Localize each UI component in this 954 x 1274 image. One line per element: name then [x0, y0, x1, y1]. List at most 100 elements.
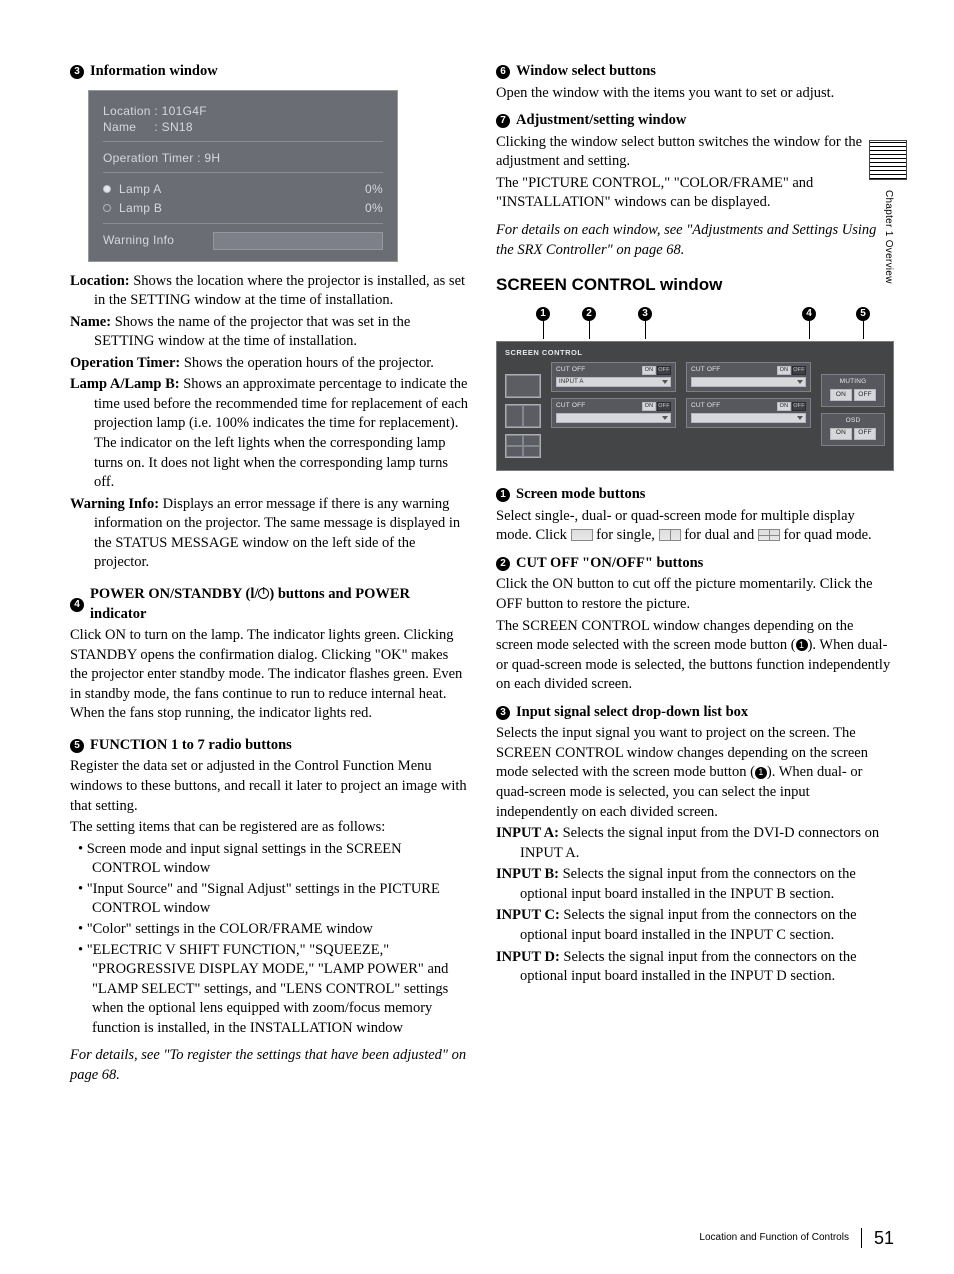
section-3-heading: 3 Information window	[70, 62, 468, 82]
on-button: ON	[777, 366, 791, 375]
sc-section-2-p2: The SCREEN CONTROL window changes depend…	[496, 617, 894, 695]
input-dropdown	[691, 413, 806, 423]
lamp-a-indicator-icon	[103, 185, 111, 193]
info-operation-timer: Operation Timer : 9H	[103, 150, 383, 166]
section-6-body: Open the window with the items you want …	[496, 84, 894, 104]
input-b-body: Selects the signal input from the connec…	[520, 866, 856, 902]
section-3-title: Information window	[90, 62, 218, 82]
section-7-title: Adjustment/setting window	[516, 111, 686, 131]
lamp-b-label: Lamp B	[119, 200, 162, 216]
warning-info-label: Warning Info	[103, 232, 174, 248]
callout-6-icon: 6	[496, 65, 510, 79]
off-button: OFF	[657, 366, 671, 375]
sc-section-1-heading: 1 Screen mode buttons	[496, 485, 894, 505]
callout-icon: 5	[856, 307, 870, 321]
sc-section-2-title: CUT OFF "ON/OFF" buttons	[516, 554, 703, 574]
input-c-body: Selects the signal input from the connec…	[520, 907, 857, 943]
info-name: Name : SN18	[103, 119, 383, 135]
page-footer: Location and Function of Controls 51	[699, 1226, 894, 1250]
sc-section-1-body: Select single-, dual- or quad-screen mod…	[496, 507, 894, 546]
input-a-term: INPUT A:	[496, 825, 559, 841]
callout-icon: 3	[638, 307, 652, 321]
off-button: OFF	[657, 402, 671, 411]
lamp-a-percentage: 0%	[365, 181, 383, 197]
input-a-body: Selects the signal input from the DVI-D …	[520, 825, 879, 861]
information-window-graphic: Location : 101G4F Name : SN18 Operation …	[88, 90, 398, 262]
def-location-term: Location:	[70, 273, 130, 289]
callout-icon: 2	[582, 307, 596, 321]
list-item: "ELECTRIC V SHIFT FUNCTION," "SQUEEZE," …	[78, 941, 468, 1039]
sc-section-3-title: Input signal select drop-down list box	[516, 703, 748, 723]
def-name-term: Name:	[70, 314, 111, 330]
tab-hatch-icon	[869, 140, 907, 180]
input-b-term: INPUT B:	[496, 866, 559, 882]
chapter-label: Chapter 1 Overview	[881, 190, 895, 284]
section-7-note: For details on each window, see "Adjustm…	[496, 221, 894, 260]
section-6-title: Window select buttons	[516, 62, 656, 82]
callout-3b-icon: 3	[496, 706, 510, 720]
input-dropdown	[691, 377, 806, 387]
chevron-down-icon	[662, 416, 668, 420]
mode-dual-inline-icon	[659, 529, 681, 541]
sc-section-3-heading: 3 Input signal select drop-down list box	[496, 703, 894, 723]
ref-1b-icon: 1	[755, 767, 767, 779]
callout-2-icon: 2	[496, 557, 510, 571]
lamp-b-indicator-icon	[103, 204, 111, 212]
callout-3-icon: 3	[70, 65, 84, 79]
callout-7-icon: 7	[496, 114, 510, 128]
page-number: 51	[874, 1226, 894, 1250]
info-window-definitions: Location: Shows the location where the p…	[70, 272, 468, 573]
mode-single-icon	[505, 374, 541, 398]
off-button: OFF	[792, 366, 806, 375]
footer-section-label: Location and Function of Controls	[699, 1231, 849, 1245]
section-5-p1: Register the data set or adjusted in the…	[70, 757, 468, 816]
section-6-heading: 6 Window select buttons	[496, 62, 894, 82]
chevron-down-icon	[797, 416, 803, 420]
scw-title: SCREEN CONTROL	[505, 348, 885, 358]
footer-divider	[861, 1228, 862, 1248]
muting-control: MUTING ONOFF	[821, 374, 885, 407]
section-5-p2: The setting items that can be registered…	[70, 818, 468, 838]
mode-quad-inline-icon	[758, 529, 780, 541]
section-5-title: FUNCTION 1 to 7 radio buttons	[90, 736, 292, 756]
on-button: ON	[642, 366, 656, 375]
input-d-body: Selects the signal input from the connec…	[520, 949, 857, 985]
on-button: ON	[777, 402, 791, 411]
section-7-p1: Clicking the window select button switch…	[496, 133, 894, 172]
screen-control-heading: SCREEN CONTROL window	[496, 274, 894, 297]
list-item: Screen mode and input signal settings in…	[78, 840, 468, 879]
def-operation-timer-body: Shows the operation hours of the project…	[180, 355, 434, 371]
on-button: ON	[642, 402, 656, 411]
osd-control: OSD ONOFF	[821, 413, 885, 446]
mode-quad-icon	[505, 434, 541, 458]
input-c-term: INPUT C:	[496, 907, 560, 923]
screen-control-figure: 1 2 3 4 5 SCREEN CONTROL	[496, 307, 894, 471]
lamp-a-label: Lamp A	[119, 181, 162, 197]
section-7-heading: 7 Adjustment/setting window	[496, 111, 894, 131]
mode-single-inline-icon	[571, 529, 593, 541]
sc-section-1-title: Screen mode buttons	[516, 485, 645, 505]
section-5-bullets: Screen mode and input signal settings in…	[70, 840, 468, 1039]
section-4-heading: 4 POWER ON/STANDBY (l/) buttons and POWE…	[70, 585, 468, 624]
power-icon	[258, 588, 269, 599]
def-location-body: Shows the location where the projector i…	[94, 273, 465, 309]
info-location: Location : 101G4F	[103, 103, 383, 119]
def-name-body: Shows the name of the projector that was…	[94, 314, 410, 350]
list-item: "Color" settings in the COLOR/FRAME wind…	[78, 920, 468, 940]
lamp-b-percentage: 0%	[365, 200, 383, 216]
sc-section-3-p1: Selects the input signal you want to pro…	[496, 724, 894, 822]
warning-info-box	[213, 232, 383, 250]
chevron-down-icon	[797, 380, 803, 384]
sc-section-2-p1: Click the ON button to cut off the pictu…	[496, 575, 894, 614]
input-dropdown: INPUT A	[556, 377, 671, 387]
callout-1-icon: 1	[496, 488, 510, 502]
def-lamp-term: Lamp A/Lamp B:	[70, 376, 180, 392]
chevron-down-icon	[662, 380, 668, 384]
ref-1-icon: 1	[796, 639, 808, 651]
section-5-heading: 5 FUNCTION 1 to 7 radio buttons	[70, 736, 468, 756]
def-operation-timer-term: Operation Timer:	[70, 355, 180, 371]
section-4-title: POWER ON/STANDBY (l/) buttons and POWER …	[90, 585, 468, 624]
sc-section-2-heading: 2 CUT OFF "ON/OFF" buttons	[496, 554, 894, 574]
def-lamp-body: Shows an approximate percentage to indic…	[94, 376, 468, 490]
section-5-note: For details, see "To register the settin…	[70, 1046, 468, 1085]
